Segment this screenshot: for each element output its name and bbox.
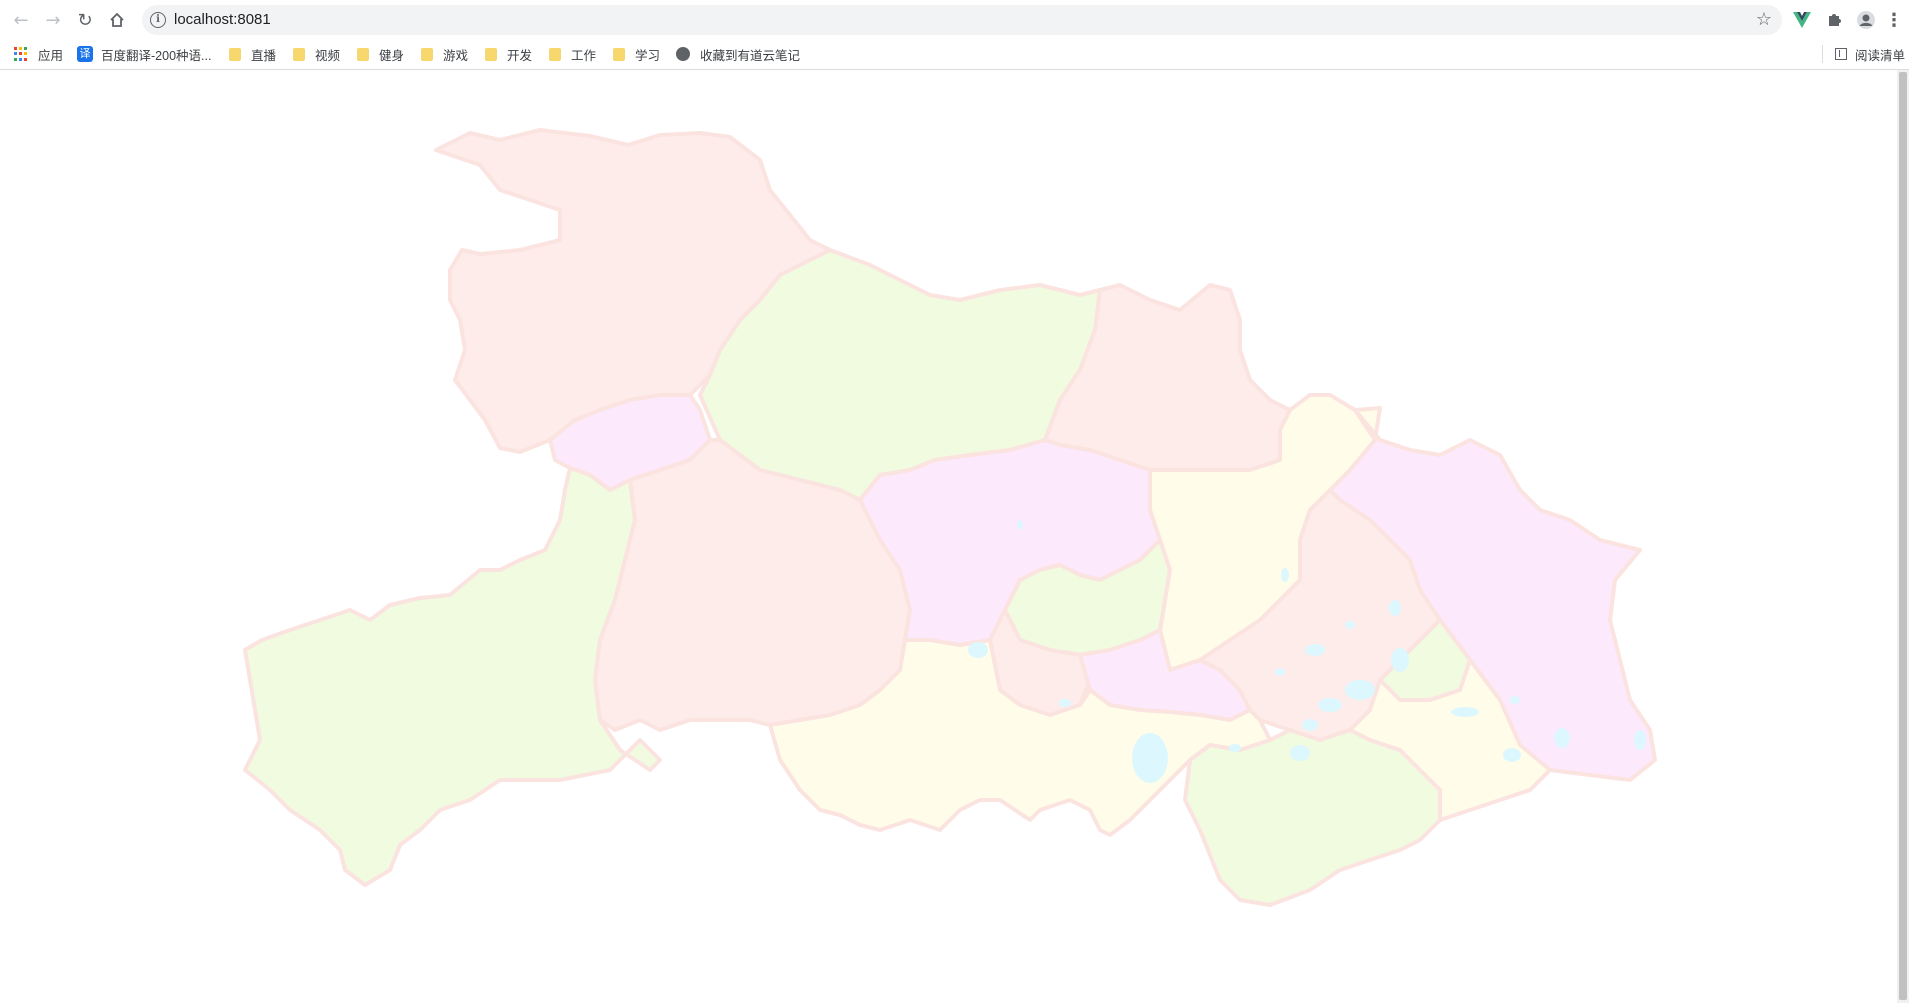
- home-icon: [110, 12, 124, 27]
- lake: [1503, 748, 1521, 762]
- lake: [1554, 728, 1570, 748]
- lake: [1451, 707, 1479, 717]
- lake: [1634, 730, 1646, 750]
- bookmark-label: 视频: [315, 48, 341, 63]
- bookmark-folder-dev[interactable]: 开发: [485, 44, 532, 64]
- bookmark-folder-live[interactable]: 直播: [229, 44, 276, 64]
- lake: [1059, 699, 1071, 707]
- lake: [1281, 568, 1289, 582]
- lake: [1302, 719, 1318, 731]
- bookmark-folder-video[interactable]: 视频: [293, 44, 340, 64]
- bookmark-youdao-note[interactable]: 收藏到有道云笔记: [676, 44, 800, 64]
- map-region[interactable]: [1183, 728, 1442, 907]
- bookmark-label: 百度翻译-200种语...: [101, 48, 212, 63]
- bookmark-label: 工作: [571, 48, 597, 63]
- address-url[interactable]: localhost:8081: [174, 11, 271, 28]
- arrow-right-icon: →: [45, 9, 61, 31]
- bookmark-folder-fitness[interactable]: 健身: [357, 44, 404, 64]
- home-button[interactable]: [105, 8, 129, 32]
- lake: [1345, 680, 1375, 700]
- browser-toolbar: ← → ↻ i localhost:8081 ☆ ⋮: [0, 0, 1909, 40]
- bookmark-folder-games[interactable]: 游戏: [421, 44, 468, 64]
- translate-icon: 译: [77, 46, 93, 62]
- lake: [1275, 668, 1285, 676]
- lake: [1132, 733, 1168, 783]
- bookmark-label: 健身: [379, 48, 405, 63]
- vue-icon: [1793, 12, 1811, 28]
- lake: [1017, 520, 1023, 530]
- lake: [1510, 696, 1520, 704]
- folder-icon: [229, 47, 241, 61]
- bookmark-label: 收藏到有道云笔记: [700, 48, 801, 63]
- lake: [968, 642, 988, 658]
- profile-button[interactable]: [1854, 8, 1878, 32]
- bookmark-star-icon[interactable]: ☆: [1756, 9, 1772, 30]
- folder-icon: [357, 47, 369, 61]
- lake: [1389, 600, 1401, 616]
- folder-icon: [613, 47, 625, 61]
- bookmark-label: 游戏: [443, 48, 469, 63]
- reading-list-icon: [1834, 48, 1847, 60]
- browser-chrome: ← → ↻ i localhost:8081 ☆ ⋮ 应用 译 百度翻译-200…: [0, 0, 1909, 70]
- province-map[interactable]: [0, 70, 1897, 1003]
- back-button[interactable]: ←: [9, 8, 33, 32]
- reading-list-button[interactable]: 阅读清单: [1821, 44, 1905, 64]
- bookmark-separator: [1821, 45, 1823, 63]
- vue-devtools-extension[interactable]: [1790, 8, 1814, 32]
- lake: [1229, 744, 1241, 752]
- apps-icon: [14, 47, 28, 61]
- extensions-button[interactable]: [1822, 8, 1846, 32]
- bookmarks-bar: 应用 译 百度翻译-200种语... 直播 视频 健身 游戏 开发 工作 学习 …: [0, 40, 1909, 70]
- forward-button[interactable]: →: [41, 8, 65, 32]
- folder-icon: [293, 47, 305, 61]
- lake: [1305, 644, 1325, 656]
- lake: [1290, 745, 1310, 761]
- bookmark-apps[interactable]: 应用: [14, 44, 63, 64]
- bookmark-folder-study[interactable]: 学习: [613, 44, 660, 64]
- bookmark-label: 应用: [38, 48, 64, 63]
- bookmark-label: 学习: [635, 48, 661, 63]
- puzzle-icon: [1829, 14, 1841, 26]
- scrollbar-thumb[interactable]: [1899, 72, 1907, 1000]
- map-canvas[interactable]: [0, 70, 1897, 1003]
- folder-icon: [421, 47, 433, 61]
- more-vertical-icon: ⋮: [1885, 9, 1903, 31]
- reload-button[interactable]: ↻: [73, 8, 97, 32]
- bookmark-baidu-translate[interactable]: 译 百度翻译-200种语...: [77, 44, 211, 64]
- avatar-icon: [1857, 11, 1875, 29]
- page-scrollbar[interactable]: [1897, 70, 1909, 1003]
- address-bar[interactable]: i localhost:8081 ☆: [142, 5, 1782, 35]
- info-icon[interactable]: i: [150, 12, 166, 28]
- globe-icon: [676, 47, 690, 61]
- lake: [1391, 648, 1409, 672]
- bookmark-folder-work[interactable]: 工作: [549, 44, 596, 64]
- menu-button[interactable]: ⋮: [1884, 8, 1904, 32]
- folder-icon: [549, 47, 561, 61]
- reading-list-label: 阅读清单: [1854, 48, 1905, 63]
- bookmark-label: 开发: [507, 48, 533, 63]
- arrow-left-icon: ←: [13, 9, 29, 31]
- lake: [1318, 698, 1342, 712]
- folder-icon: [485, 47, 497, 61]
- lake: [1345, 621, 1355, 629]
- bookmark-label: 直播: [251, 48, 277, 63]
- reload-icon: ↻: [77, 9, 93, 31]
